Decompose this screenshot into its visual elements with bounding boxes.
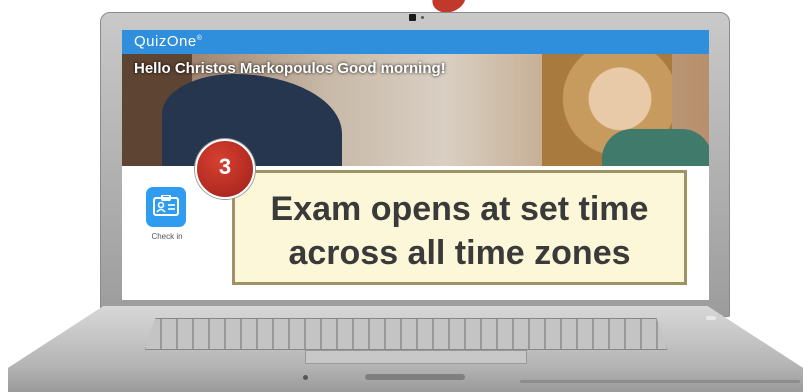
check-in-label: Check in (151, 232, 183, 241)
webcam-led (421, 16, 424, 19)
callout-line-2: across all time zones (288, 234, 631, 272)
banner-photo-sweater (602, 129, 709, 166)
callout-box: Exam opens at set time across all time z… (232, 170, 687, 285)
laptop-keyboard (145, 318, 667, 350)
front-indicator-light (303, 375, 308, 380)
base-edge-line (520, 380, 800, 383)
front-slot (365, 374, 465, 380)
callout-text: Exam opens at set time across all time z… (235, 187, 684, 275)
callout-line-1: Exam opens at set time (270, 190, 649, 228)
app-logo[interactable]: QuizOne® (134, 33, 202, 50)
greeting-text: Hello Christos Markopoulos Good morning! (134, 60, 446, 77)
check-in-tile[interactable] (146, 187, 186, 227)
laptop-trackpad (305, 350, 527, 364)
step-number: 3 (218, 154, 232, 179)
id-card-icon (153, 195, 179, 216)
step-badge: 3 (195, 139, 255, 199)
webcam-icon (409, 14, 416, 21)
app-header: QuizOne® (122, 30, 709, 54)
power-indicator (706, 316, 716, 320)
